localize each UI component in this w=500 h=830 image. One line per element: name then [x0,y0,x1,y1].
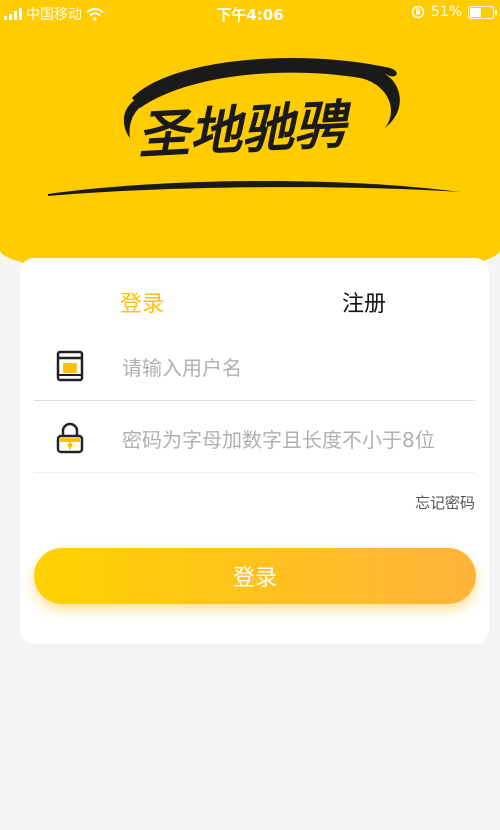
username-input[interactable] [120,350,469,386]
username-row [34,332,475,401]
tab-register[interactable]: 注册 [342,286,386,318]
lock-icon [56,422,84,454]
logo-text: 圣地驰骋 [136,94,354,166]
status-right: 51% [411,4,497,20]
status-bar: 中国移动 下午4:06 51% [0,0,500,26]
app-logo: 圣地驰骋 [48,58,460,196]
battery-level [470,7,482,17]
password-input[interactable] [120,422,469,458]
login-button[interactable]: 登录 [34,548,476,604]
orientation-lock-icon [411,5,425,19]
battery-icon [468,5,497,19]
forgot-password-link[interactable]: 忘记密码 [415,492,475,513]
tab-login[interactable]: 登录 [120,286,164,318]
battery-percent: 51% [430,4,462,20]
user-card-icon [56,350,84,382]
password-row [34,404,475,473]
login-card: 登录 注册 忘记密码 登录 [20,258,489,644]
